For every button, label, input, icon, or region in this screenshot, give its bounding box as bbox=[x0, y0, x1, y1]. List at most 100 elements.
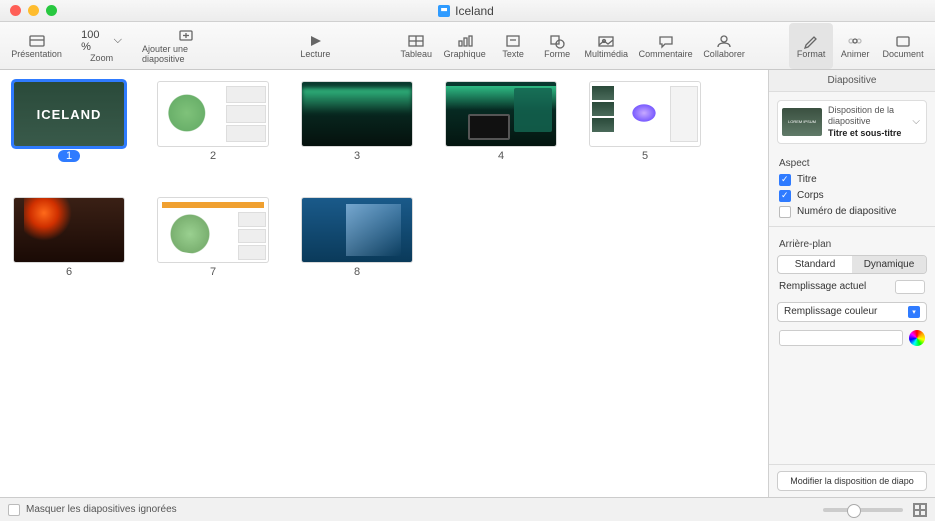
brush-icon bbox=[802, 33, 820, 49]
text-label: Texte bbox=[502, 49, 524, 59]
layout-caption: Disposition de la diapositive bbox=[828, 105, 894, 126]
table-icon bbox=[407, 33, 425, 49]
slide-number: 2 bbox=[210, 150, 216, 162]
grid-view-icon[interactable] bbox=[913, 503, 927, 517]
light-table-view[interactable]: ICELAND 1 2 3 4 5 6 bbox=[0, 70, 768, 497]
animate-label: Animer bbox=[841, 49, 870, 59]
slide-thumb-6[interactable]: 6 bbox=[14, 198, 124, 278]
shape-button[interactable]: Forme bbox=[535, 23, 579, 69]
zoom-value: 100 % bbox=[81, 29, 111, 53]
footer-bar: Masquer les diapositives ignorées bbox=[0, 497, 935, 521]
text-button[interactable]: Texte bbox=[491, 23, 535, 69]
chart-button[interactable]: Graphique bbox=[438, 23, 491, 69]
comment-button[interactable]: Commentaire bbox=[633, 23, 698, 69]
format-button[interactable]: Format bbox=[789, 23, 833, 69]
fill-color-swatch[interactable] bbox=[779, 330, 903, 346]
slide-number: 8 bbox=[354, 266, 360, 278]
collaborate-label: Collaborer bbox=[703, 49, 745, 59]
slide-number-checkbox[interactable] bbox=[779, 206, 791, 218]
add-slide-button[interactable]: Ajouter une diapositive bbox=[136, 23, 237, 69]
play-icon bbox=[306, 33, 324, 49]
view-icon bbox=[28, 33, 46, 49]
slide-thumb-3[interactable]: 3 bbox=[302, 82, 412, 162]
view-label: Présentation bbox=[11, 49, 62, 59]
media-label: Multimédia bbox=[585, 49, 629, 59]
play-label: Lecture bbox=[300, 49, 330, 59]
background-mode-segmented[interactable]: Standard Dynamique bbox=[777, 255, 927, 274]
inspector-tab-slide[interactable]: Diapositive bbox=[769, 70, 935, 92]
shape-label: Forme bbox=[544, 49, 570, 59]
table-button[interactable]: Tableau bbox=[394, 23, 438, 69]
add-slide-icon bbox=[177, 28, 195, 44]
document-button[interactable]: Document bbox=[877, 23, 929, 69]
slide-layout-picker[interactable]: LOREM IPSUM Disposition de la diapositiv… bbox=[777, 100, 927, 144]
chart-icon bbox=[456, 33, 474, 49]
slide-thumb-2[interactable]: 2 bbox=[158, 82, 268, 162]
body-checkbox[interactable] bbox=[779, 190, 791, 202]
view-button[interactable]: Présentation bbox=[6, 23, 67, 69]
comment-icon bbox=[657, 33, 675, 49]
aspect-header: Aspect bbox=[769, 152, 935, 172]
slide-1-title: ICELAND bbox=[37, 107, 102, 122]
chevron-down-icon: ⌵ bbox=[114, 34, 122, 47]
hide-skipped-checkbox[interactable] bbox=[8, 504, 20, 516]
play-button[interactable]: Lecture bbox=[275, 23, 355, 69]
slide-number: 1 bbox=[58, 150, 80, 162]
segment-standard[interactable]: Standard bbox=[778, 256, 852, 273]
layout-thumbnail: LOREM IPSUM bbox=[782, 108, 822, 136]
collaborate-button[interactable]: Collaborer bbox=[698, 23, 750, 69]
close-window-button[interactable] bbox=[10, 5, 21, 16]
shape-icon bbox=[548, 33, 566, 49]
slide-number: 5 bbox=[642, 150, 648, 162]
slide-thumb-4[interactable]: 4 bbox=[446, 82, 556, 162]
slide-number: 6 bbox=[66, 266, 72, 278]
animate-button[interactable]: Animer bbox=[833, 23, 877, 69]
modify-layout-button[interactable]: Modifier la disposition de diapo bbox=[777, 471, 927, 491]
document-label: Document bbox=[883, 49, 924, 59]
table-label: Tableau bbox=[401, 49, 433, 59]
slide-thumb-1[interactable]: ICELAND 1 bbox=[14, 82, 124, 162]
title-checkbox-label: Titre bbox=[797, 174, 817, 185]
chart-label: Graphique bbox=[444, 49, 486, 59]
maximize-window-button[interactable] bbox=[46, 5, 57, 16]
segment-dynamic[interactable]: Dynamique bbox=[852, 256, 926, 273]
hide-skipped-label: Masquer les diapositives ignorées bbox=[26, 504, 177, 515]
slide-number-checkbox-label: Numéro de diapositive bbox=[797, 206, 897, 217]
document-icon bbox=[894, 33, 912, 49]
thumbnail-zoom-slider[interactable] bbox=[823, 508, 903, 512]
slide-number: 7 bbox=[210, 266, 216, 278]
add-slide-label: Ajouter une diapositive bbox=[142, 44, 231, 64]
layout-name: Titre et sous-titre bbox=[828, 128, 906, 139]
media-icon bbox=[597, 33, 615, 49]
traffic-lights bbox=[0, 5, 57, 16]
zoom-label: Zoom bbox=[90, 53, 113, 63]
slide-number: 4 bbox=[498, 150, 504, 162]
slide-thumb-5[interactable]: 5 bbox=[590, 82, 700, 162]
text-icon bbox=[504, 33, 522, 49]
media-button[interactable]: Multimédia bbox=[579, 23, 633, 69]
comment-label: Commentaire bbox=[639, 49, 693, 59]
chevron-down-icon: ⌵ bbox=[912, 116, 922, 127]
background-header: Arrière-plan bbox=[769, 233, 935, 253]
fill-type-value: Remplissage couleur bbox=[784, 306, 877, 317]
slide-thumb-8[interactable]: 8 bbox=[302, 198, 412, 278]
dropdown-arrows-icon: ▾ bbox=[908, 306, 920, 318]
slide-thumb-7[interactable]: 7 bbox=[158, 198, 268, 278]
title-checkbox[interactable] bbox=[779, 174, 791, 186]
zoom-control[interactable]: 100 %⌵ Zoom bbox=[67, 23, 136, 69]
window-titlebar: Iceland bbox=[0, 0, 935, 22]
toolbar: Présentation 100 %⌵ Zoom Ajouter une dia… bbox=[0, 22, 935, 70]
current-fill-swatch[interactable] bbox=[895, 280, 925, 294]
document-title: Iceland bbox=[455, 4, 494, 18]
animate-icon bbox=[846, 33, 864, 49]
color-picker-button[interactable] bbox=[909, 330, 925, 346]
body-checkbox-label: Corps bbox=[797, 190, 824, 201]
format-inspector: Diapositive LOREM IPSUM Disposition de l… bbox=[768, 70, 935, 497]
current-fill-label: Remplissage actuel bbox=[779, 281, 866, 292]
collaborate-icon bbox=[715, 33, 733, 49]
slide-number: 3 bbox=[354, 150, 360, 162]
minimize-window-button[interactable] bbox=[28, 5, 39, 16]
keynote-doc-icon bbox=[438, 5, 450, 17]
fill-type-dropdown[interactable]: Remplissage couleur ▾ bbox=[777, 302, 927, 322]
format-label: Format bbox=[797, 49, 826, 59]
